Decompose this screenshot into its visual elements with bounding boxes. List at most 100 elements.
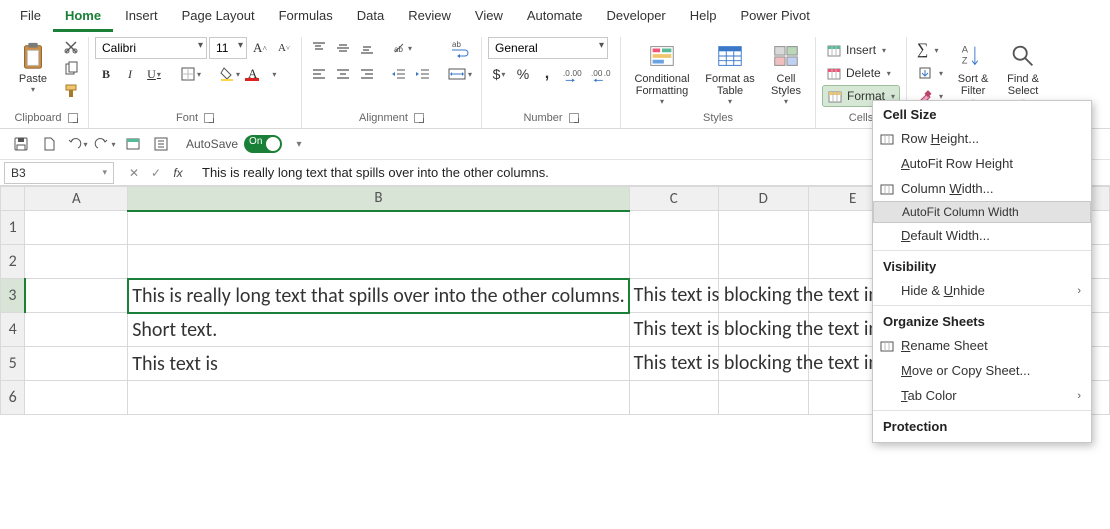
column-header[interactable]: C (629, 187, 718, 211)
cell[interactable] (718, 313, 808, 347)
tab-automate[interactable]: Automate (515, 4, 595, 32)
cell[interactable]: Short text. (128, 313, 629, 347)
cell[interactable] (25, 381, 128, 415)
borders-button[interactable]: ▾ (177, 63, 204, 85)
increase-font-button[interactable]: A˄ (249, 37, 271, 59)
font-name-input[interactable] (95, 37, 207, 59)
qat-customize-button[interactable]: ▾ (288, 133, 310, 155)
menu-item-autofit-row-height[interactable]: AutoFit Row Height (873, 151, 1091, 176)
tab-help[interactable]: Help (678, 4, 729, 32)
tab-insert[interactable]: Insert (113, 4, 170, 32)
cell[interactable] (718, 211, 808, 245)
align-left-button[interactable] (308, 63, 330, 85)
undo-button[interactable]: ▾ (66, 133, 88, 155)
cell[interactable] (128, 245, 629, 279)
align-top-button[interactable] (308, 37, 330, 59)
row-header[interactable]: 2 (1, 245, 25, 279)
tab-home[interactable]: Home (53, 4, 113, 32)
autosave-toggle[interactable]: On (244, 135, 282, 153)
cell[interactable]: This text is (128, 347, 629, 381)
menu-item-autofit-column-width[interactable]: AutoFit Column Width (873, 201, 1091, 223)
increase-decimal-button[interactable]: .0.00 (560, 63, 586, 85)
cell[interactable] (629, 211, 718, 245)
menu-item-row-height[interactable]: Row Height... (873, 126, 1091, 151)
bold-button[interactable]: B (95, 63, 117, 85)
fill-color-button[interactable]: ▾ (216, 63, 243, 85)
copy-button[interactable] (60, 59, 82, 79)
redo-button[interactable]: ▾ (94, 133, 116, 155)
cell[interactable]: This text is blocking the text in column… (629, 347, 718, 381)
cancel-formula-button[interactable]: ✕ (124, 163, 144, 183)
insert-cells-button[interactable]: Insert▾ (822, 39, 900, 61)
qat-button[interactable] (122, 133, 144, 155)
menu-item-rename-sheet[interactable]: Rename Sheet (873, 333, 1091, 358)
cell[interactable] (718, 245, 808, 279)
wrap-text-button[interactable]: ab (444, 37, 475, 59)
row-header[interactable]: 3 (1, 279, 25, 313)
column-header[interactable]: B (128, 187, 629, 211)
align-middle-button[interactable] (332, 37, 354, 59)
decrease-font-button[interactable]: A˅ (273, 37, 295, 59)
merge-center-button[interactable]: ▾ (444, 63, 475, 85)
cell[interactable] (128, 211, 629, 245)
cell[interactable] (629, 381, 718, 415)
cell[interactable] (25, 245, 128, 279)
menu-item-move-or-copy-sheet[interactable]: Move or Copy Sheet... (873, 358, 1091, 383)
new-button[interactable] (38, 133, 60, 155)
align-right-button[interactable] (356, 63, 378, 85)
save-button[interactable] (10, 133, 32, 155)
cell[interactable] (25, 347, 128, 381)
percent-format-button[interactable]: % (512, 63, 534, 85)
tab-review[interactable]: Review (396, 4, 463, 32)
paste-button[interactable]: Paste ▾ (10, 37, 56, 98)
cell[interactable] (25, 211, 128, 245)
cell[interactable]: This text is blocking the text in column… (629, 279, 718, 313)
name-box[interactable]: B3▾ (4, 162, 114, 184)
dialog-launcher-icon[interactable] (569, 113, 579, 123)
orientation-button[interactable]: ab▾ (388, 37, 415, 59)
comma-format-button[interactable]: , (536, 63, 558, 85)
chevron-down-icon[interactable]: ▾ (102, 167, 107, 178)
align-bottom-button[interactable] (356, 37, 378, 59)
tab-file[interactable]: File (8, 4, 53, 32)
font-size-input[interactable] (209, 37, 247, 59)
tab-view[interactable]: View (463, 4, 515, 32)
qat-button2[interactable] (150, 133, 172, 155)
tab-power-pivot[interactable]: Power Pivot (729, 4, 822, 32)
cell[interactable] (629, 245, 718, 279)
cell[interactable] (718, 347, 808, 381)
tab-developer[interactable]: Developer (595, 4, 678, 32)
format-as-table-button[interactable]: Format as Table▾ (701, 37, 759, 110)
tab-data[interactable]: Data (345, 4, 396, 32)
enter-formula-button[interactable]: ✓ (146, 163, 166, 183)
tab-formulas[interactable]: Formulas (267, 4, 345, 32)
row-header[interactable]: 4 (1, 313, 25, 347)
column-header[interactable]: A (25, 187, 128, 211)
cell[interactable] (718, 381, 808, 415)
decrease-indent-button[interactable] (388, 63, 410, 85)
number-format-input[interactable] (488, 37, 608, 59)
dialog-launcher-icon[interactable] (68, 113, 78, 123)
cell[interactable]: This is really long text that spills ove… (128, 279, 629, 313)
row-header[interactable]: 5 (1, 347, 25, 381)
cell[interactable] (718, 279, 808, 313)
conditional-formatting-button[interactable]: Conditional Formatting▾ (627, 37, 697, 110)
cut-button[interactable] (60, 37, 82, 57)
format-painter-button[interactable] (60, 81, 82, 101)
menu-item-hide-unhide[interactable]: Hide & Unhide› (873, 278, 1091, 303)
increase-indent-button[interactable] (412, 63, 434, 85)
row-header[interactable]: 1 (1, 211, 25, 245)
decrease-decimal-button[interactable]: .00.0 (588, 63, 614, 85)
italic-button[interactable]: I (119, 63, 141, 85)
cell[interactable]: This text is blocking the text in column… (629, 313, 718, 347)
cell-styles-button[interactable]: Cell Styles▾ (763, 37, 809, 110)
dialog-launcher-icon[interactable] (204, 113, 214, 123)
tab-page-layout[interactable]: Page Layout (170, 4, 267, 32)
cell[interactable] (25, 313, 128, 347)
row-header[interactable]: 6 (1, 381, 25, 415)
cell[interactable] (128, 381, 629, 415)
cell[interactable] (25, 279, 128, 313)
menu-item-tab-color[interactable]: Tab Color› (873, 383, 1091, 408)
select-all-corner[interactable] (1, 187, 25, 211)
underline-button[interactable]: U▾ (143, 63, 165, 85)
